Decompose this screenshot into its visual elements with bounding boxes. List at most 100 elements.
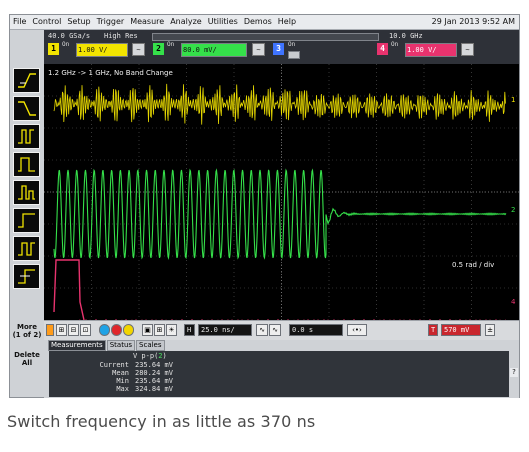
channel-2-scale[interactable]: 80.0 mV/	[181, 43, 247, 57]
menu-help[interactable]: Help	[275, 15, 299, 29]
acquisition-mode[interactable]: High Res	[104, 32, 138, 40]
default-setup-icon[interactable]: ⊞	[154, 324, 165, 336]
measurement-tabs: Measurements Status Scales	[48, 340, 166, 351]
channel-3-scale[interactable]	[288, 51, 300, 59]
zoom-in-icon[interactable]: ⊞	[56, 324, 67, 336]
delete-all-button[interactable]: Delete All	[11, 351, 43, 367]
channel-2-on[interactable]: On	[167, 41, 174, 48]
measurement-row-max: Max 324.84 mV	[49, 385, 249, 393]
caption: Switch frequency in as little as 370 ns	[7, 412, 316, 431]
timebase-knob-icon[interactable]: ∿	[256, 324, 268, 336]
row-label: Min	[116, 377, 129, 385]
trigger-position-bar[interactable]	[152, 33, 379, 41]
menu-file[interactable]: File	[10, 15, 29, 29]
run-button[interactable]	[99, 324, 110, 336]
channel-1-waveform-icon[interactable]: ~	[132, 43, 145, 56]
measurements-panel: Measurements Status Scales V p-p(2) Curren…	[44, 340, 519, 398]
row-value: 235.64 mV	[135, 377, 173, 385]
stop-button[interactable]	[111, 324, 122, 336]
timebase-wave-icon[interactable]: ∿	[269, 324, 281, 336]
more-label: More	[17, 323, 37, 331]
waveform-display[interactable]: 1 2 4 1.2 GHz -> 1 GHz, No Band Change 0.5…	[44, 64, 519, 320]
menu-demos[interactable]: Demos	[241, 15, 275, 29]
horizontal-label: H	[184, 324, 195, 336]
transition-icon	[18, 242, 35, 256]
annotation-text: 1.2 GHz -> 1 GHz, No Band Change	[48, 69, 173, 77]
channel-1-trace	[53, 83, 506, 125]
position-stepper[interactable]: ‹•›	[347, 324, 367, 336]
pulse-width-trigger-button[interactable]	[13, 152, 40, 177]
pulse-width-icon	[18, 157, 35, 172]
trigger-level-stepper[interactable]: ±	[485, 324, 495, 336]
runt-trigger-button[interactable]	[13, 180, 40, 205]
menu-setup[interactable]: Setup	[64, 15, 93, 29]
menu-control[interactable]: Control	[29, 15, 64, 29]
channel-4-marker: 4	[511, 298, 516, 306]
channel-2-marker: 2	[511, 206, 515, 214]
timebase-field[interactable]: 25.0 ns/	[198, 324, 252, 336]
measurement-paren: )	[162, 352, 167, 360]
trigger-level-field[interactable]: 570 mV	[441, 324, 481, 336]
sample-rate: 40.0 GSa/s	[48, 32, 91, 40]
channel-4-on[interactable]: On	[391, 41, 398, 48]
menu-utilities[interactable]: Utilities	[205, 15, 241, 29]
channel-2-trace	[53, 168, 507, 260]
more-sublabel: (1 of 2)	[12, 331, 42, 339]
delete-sublabel: All	[21, 359, 33, 367]
row-value: 324.84 mV	[135, 385, 173, 393]
rising-edge-icon	[18, 73, 36, 88]
more-button[interactable]: More (1 of 2)	[11, 323, 43, 339]
measurement-results: V p-p(2) Current 235.64 mV Mean 280.24 m…	[49, 351, 509, 397]
help-icon[interactable]: ?	[510, 368, 518, 377]
channel-3-on[interactable]: On	[288, 41, 295, 48]
channel-4-waveform-icon[interactable]: ~	[461, 43, 474, 56]
autoscale-icon[interactable]: ▣	[142, 324, 153, 336]
setup-hold-icon	[18, 269, 35, 284]
transition-trigger-button[interactable]	[13, 236, 40, 261]
glitch-icon	[18, 129, 34, 144]
control-bar: ⊞ ⊟ ⊡ ▣ ⊞ ☀ H 25.0 ns/ ∿ ∿ 0.0 s ‹•› T 5…	[44, 320, 519, 340]
row-label: Current	[99, 361, 129, 369]
measurement-header: V p-p(2)	[133, 352, 167, 360]
runt-icon	[18, 185, 35, 200]
measurement-name: V p-p(	[133, 352, 159, 360]
channel-1-scale[interactable]: 1.00 V/	[76, 43, 128, 57]
channel-toolbar: 40.0 GSa/s High Res 10.0 GHz 1 On 1.00 V…	[44, 30, 519, 64]
setup-hold-trigger-button[interactable]	[13, 264, 40, 289]
position-field[interactable]: 0.0 s	[289, 324, 343, 336]
run-indicator[interactable]	[46, 324, 54, 336]
timeout-trigger-button[interactable]	[13, 208, 40, 233]
date-time: 29 Jan 2013 9:52 AM	[431, 17, 515, 26]
channel-1-button[interactable]: 1	[48, 43, 59, 55]
clear-display-icon[interactable]: ☀	[166, 324, 177, 336]
waveform-graticule: 1 2 4	[44, 64, 519, 320]
row-value: 235.64 mV	[135, 361, 173, 369]
menu-analyze[interactable]: Analyze	[167, 15, 205, 29]
menu-bar: File Control Setup Trigger Measure Analyze Uti…	[10, 15, 519, 30]
delete-label: Delete	[14, 351, 40, 359]
zoom-fit-icon[interactable]: ⊡	[80, 324, 91, 336]
measurement-row-current: Current 235.64 mV	[49, 361, 249, 369]
glitch-trigger-button[interactable]	[13, 124, 40, 149]
row-label: Mean	[112, 369, 129, 377]
rising-edge-trigger-button[interactable]	[13, 68, 40, 93]
channel-1-on[interactable]: On	[62, 41, 69, 48]
falling-edge-trigger-button[interactable]	[13, 96, 40, 121]
channel-2-waveform-icon[interactable]: ~	[252, 43, 265, 56]
channel-2-button[interactable]: 2	[153, 43, 164, 55]
bandwidth: 10.0 GHz	[389, 32, 423, 40]
single-button[interactable]	[123, 324, 134, 336]
channel-3-button[interactable]: 3	[273, 43, 284, 55]
menu-measure[interactable]: Measure	[127, 15, 167, 29]
tab-status[interactable]: Status	[106, 340, 136, 351]
tab-measurements[interactable]: Measurements	[48, 340, 106, 351]
channel-4-scale[interactable]: 1.00 V/	[405, 43, 457, 57]
measurement-row-min: Min 235.64 mV	[49, 377, 249, 385]
tab-scales[interactable]: Scales	[136, 340, 165, 351]
channel-1-marker: 1	[511, 96, 515, 104]
menu-trigger[interactable]: Trigger	[94, 15, 128, 29]
channel-4-button[interactable]: 4	[377, 43, 388, 55]
measurement-row-mean: Mean 280.24 mV	[49, 369, 249, 377]
trigger-label: T	[428, 324, 438, 336]
zoom-out-icon[interactable]: ⊟	[68, 324, 79, 336]
